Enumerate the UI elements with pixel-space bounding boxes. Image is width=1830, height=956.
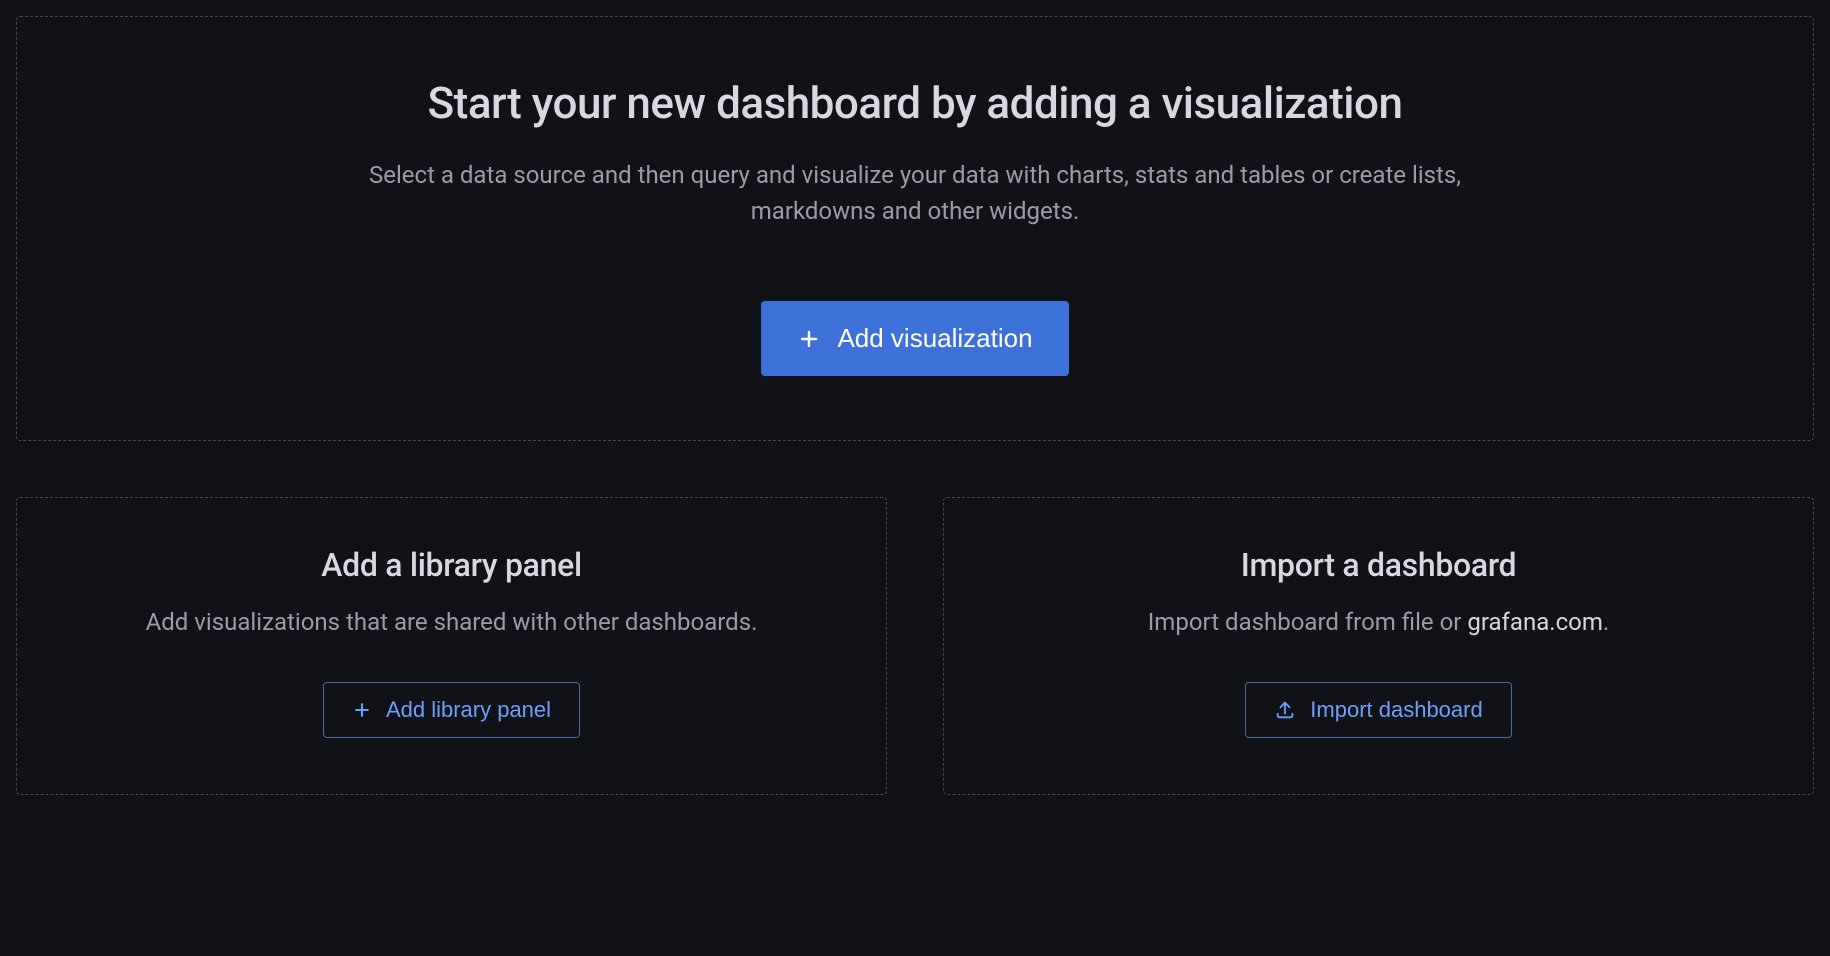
secondary-panels-row: Add a library panel Add visualizations t…	[16, 497, 1814, 795]
import-dashboard-button[interactable]: Import dashboard	[1245, 682, 1511, 738]
import-description: Import dashboard from file or grafana.co…	[1148, 604, 1609, 640]
add-library-panel-panel: Add a library panel Add visualizations t…	[16, 497, 887, 795]
library-description: Add visualizations that are shared with …	[146, 604, 758, 640]
plus-icon	[797, 327, 821, 351]
import-dashboard-label: Import dashboard	[1310, 697, 1482, 723]
import-dashboard-panel: Import a dashboard Import dashboard from…	[943, 497, 1814, 795]
main-description: Select a data source and then query and …	[315, 157, 1515, 229]
grafana-link[interactable]: grafana.com	[1467, 608, 1603, 636]
add-visualization-button[interactable]: Add visualization	[761, 301, 1068, 376]
import-title: Import a dashboard	[1241, 546, 1517, 584]
add-visualization-panel: Start your new dashboard by adding a vis…	[16, 16, 1814, 441]
add-visualization-label: Add visualization	[837, 323, 1032, 354]
add-library-panel-button[interactable]: Add library panel	[323, 682, 580, 738]
add-library-panel-label: Add library panel	[386, 697, 551, 723]
import-description-prefix: Import dashboard from file or	[1148, 608, 1468, 636]
main-title: Start your new dashboard by adding a vis…	[428, 77, 1403, 129]
import-description-suffix: .	[1603, 608, 1609, 636]
library-title: Add a library panel	[321, 546, 582, 584]
plus-icon	[352, 700, 372, 720]
empty-dashboard-container: Start your new dashboard by adding a vis…	[16, 16, 1814, 795]
upload-icon	[1274, 699, 1296, 721]
